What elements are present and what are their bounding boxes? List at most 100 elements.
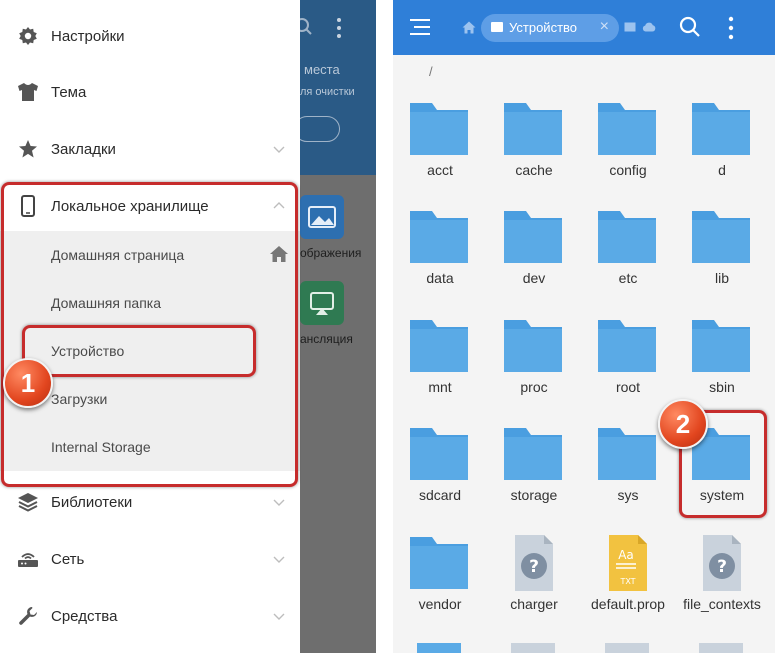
step-1-badge: 1 <box>3 358 53 408</box>
folder-icon <box>407 101 471 157</box>
folder-icon <box>595 101 659 157</box>
folder-mnt[interactable]: mnt <box>393 318 487 426</box>
menu-icon[interactable] <box>409 17 431 37</box>
svg-text:Aa: Aa <box>618 548 634 562</box>
next-row-item <box>605 643 649 653</box>
cleanup-text: ля очистки <box>300 86 355 98</box>
folder-icon <box>407 535 471 591</box>
folder-icon <box>407 426 471 482</box>
places-text: места <box>304 62 340 77</box>
file-name: proc <box>520 379 548 395</box>
cloud-icon[interactable] <box>642 21 656 32</box>
folder-vendor[interactable]: vendor <box>393 535 487 643</box>
gear-icon <box>17 25 39 47</box>
star-icon <box>17 138 39 160</box>
unknown-file-icon: ? <box>501 535 565 591</box>
file-name: sdcard <box>418 487 462 503</box>
file-name: acct <box>427 162 453 178</box>
svg-text:?: ? <box>529 557 539 577</box>
folder-icon <box>501 318 565 374</box>
folder-lib[interactable]: lib <box>675 209 769 317</box>
window-icon[interactable] <box>624 22 636 32</box>
next-row-item <box>417 643 461 653</box>
folder-dev[interactable]: dev <box>487 209 581 317</box>
close-icon[interactable]: × <box>600 18 609 36</box>
wrench-icon <box>17 605 39 627</box>
drawer-item-settings[interactable]: Настройки <box>0 8 300 64</box>
folder-icon <box>595 318 659 374</box>
file-explorer: Устройство × / acct cache config d data dev et… <box>393 0 775 653</box>
next-row-item <box>699 643 743 653</box>
network-icon <box>17 548 39 570</box>
home-icon[interactable] <box>462 21 476 34</box>
svg-text:TXT: TXT <box>619 577 635 586</box>
file-name: data <box>426 270 454 286</box>
file-file-contexts[interactable]: ? file_contexts <box>675 535 769 643</box>
folder-storage[interactable]: storage <box>487 426 581 534</box>
background-pill <box>294 116 340 142</box>
file-name: lib <box>714 270 729 286</box>
folder-icon <box>595 426 659 482</box>
file-name: sbin <box>709 379 735 395</box>
chevron-down-icon <box>273 146 285 153</box>
chevron-down-icon <box>273 613 285 620</box>
file-name: charger <box>510 596 558 612</box>
folder-icon <box>501 209 565 265</box>
drawer-item-tools[interactable]: Средства <box>0 588 300 644</box>
drawer-item-label: Настройки <box>51 27 125 45</box>
folder-icon <box>407 209 471 265</box>
step-2-badge: 2 <box>658 399 708 449</box>
folder-sys[interactable]: sys <box>581 426 675 534</box>
file-name: etc <box>618 270 638 286</box>
drawer-item-label: Средства <box>51 607 118 625</box>
folder-d[interactable]: d <box>675 101 769 209</box>
folder-data[interactable]: data <box>393 209 487 317</box>
drawer-item-label: Библиотеки <box>51 493 133 511</box>
file-default-prop[interactable]: Aa TXT default.prop <box>581 535 675 643</box>
drawer-item-label: Сеть <box>51 550 85 568</box>
folder-icon <box>501 101 565 157</box>
text-file-icon: Aa TXT <box>595 535 659 591</box>
search-icon[interactable] <box>679 16 701 38</box>
search-icon <box>300 18 312 35</box>
drawer-item-label: Тема <box>51 83 87 101</box>
breadcrumb-tab[interactable]: Устройство × <box>481 14 619 42</box>
device-highlight <box>22 325 256 377</box>
folder-etc[interactable]: etc <box>581 209 675 317</box>
folder-cache[interactable]: cache <box>487 101 581 209</box>
folder-proc[interactable]: proc <box>487 318 581 426</box>
folder-icon <box>689 101 753 157</box>
unknown-file-icon: ? <box>689 535 753 591</box>
folder-acct[interactable]: acct <box>393 101 487 209</box>
cast-label: ансляция <box>300 332 353 346</box>
folder-icon <box>689 318 753 374</box>
chevron-down-icon <box>273 556 285 563</box>
background-body: ображения ансляция <box>300 175 376 653</box>
folder-config[interactable]: config <box>581 101 675 209</box>
images-label: ображения <box>300 246 362 260</box>
image-icon <box>308 206 336 228</box>
device-icon <box>491 22 503 32</box>
file-name: config <box>609 162 647 178</box>
file-name: default.prop <box>591 596 665 612</box>
file-name: dev <box>522 270 546 286</box>
navigation-screenshot: места ля очистки ображения ансляция Наст… <box>0 0 376 653</box>
drawer-item-bookmarks[interactable]: Закладки <box>0 121 300 177</box>
drawer-item-theme[interactable]: Тема <box>0 64 300 120</box>
current-path: / <box>429 64 433 79</box>
drawer-item-label: Закладки <box>51 140 116 158</box>
file-charger[interactable]: ? charger <box>487 535 581 643</box>
breadcrumb-label: Устройство <box>509 20 578 35</box>
cast-tile <box>300 281 344 325</box>
file-name: vendor <box>418 596 462 612</box>
toolbar: Устройство × <box>393 0 775 55</box>
more-icon[interactable] <box>728 16 734 40</box>
cast-icon <box>310 292 334 315</box>
folder-icon <box>689 209 753 265</box>
next-row-item <box>511 643 555 653</box>
drawer-item-network[interactable]: Сеть <box>0 531 300 587</box>
file-name: file_contexts <box>683 596 761 612</box>
file-name: sys <box>617 487 639 503</box>
file-name: root <box>615 379 641 395</box>
folder-sdcard[interactable]: sdcard <box>393 426 487 534</box>
